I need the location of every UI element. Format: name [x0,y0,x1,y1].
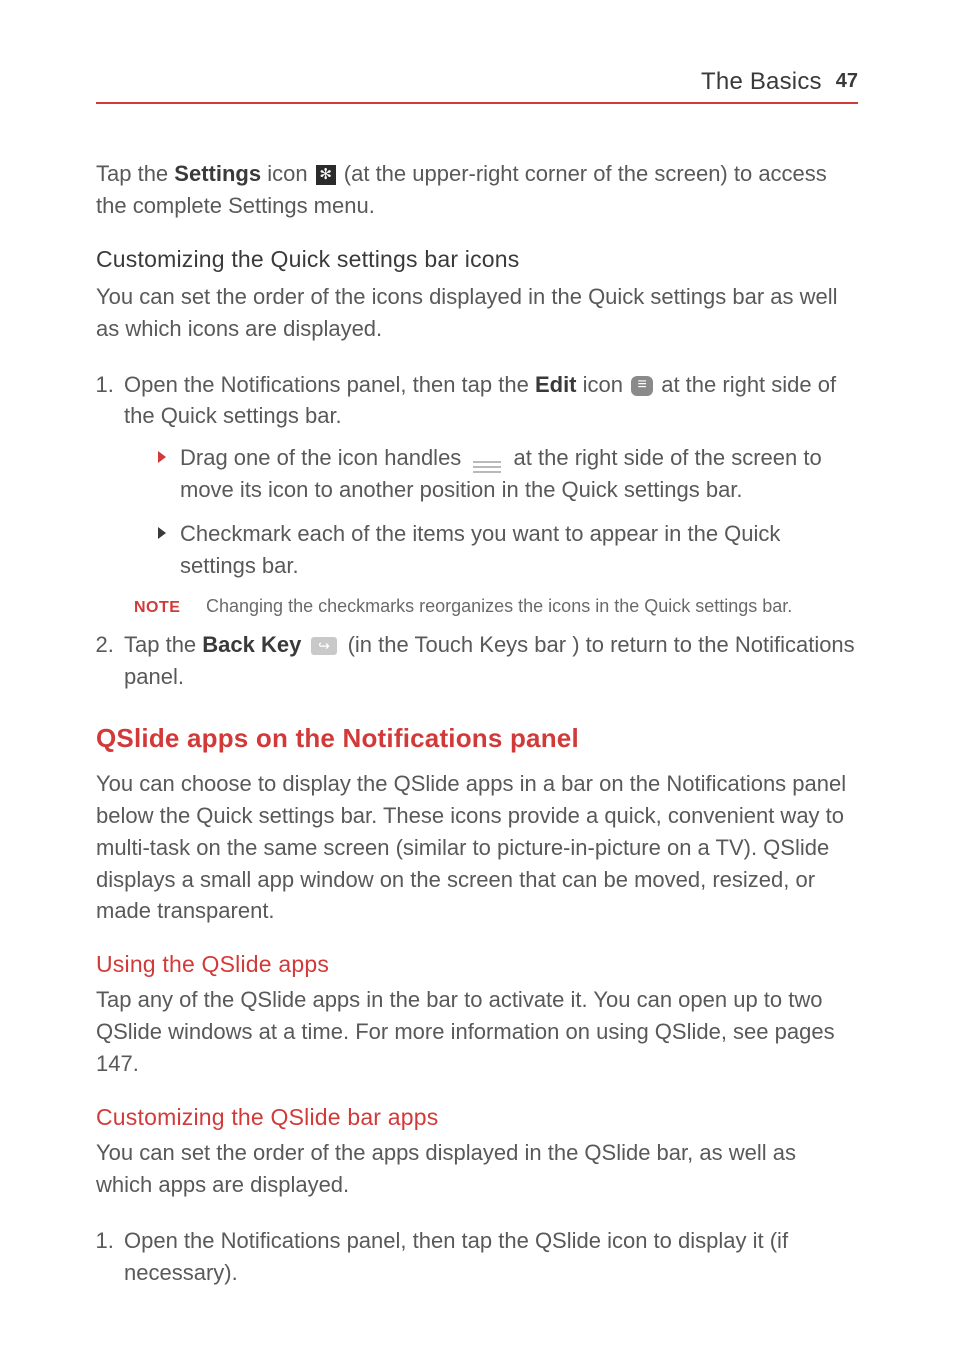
using-qslide-para: Tap any of the QSlide apps in the bar to… [96,984,858,1080]
text: You can choose to display the QSlide app… [96,768,858,927]
list-item: Drag one of the icon handles at the righ… [158,442,858,506]
text: Checkmark each of the items you want to … [180,521,780,578]
custom-qslide-para: You can set the order of the apps displa… [96,1137,858,1201]
list-item: Checkmark each of the items you want to … [158,518,858,582]
settings-icon [316,165,336,185]
customize-quick-intro: You can set the order of the icons displ… [96,281,858,345]
list-item: Open the Notifications panel, then tap t… [120,1225,858,1289]
page-body: Tap the Settings icon (at the upper-righ… [96,158,858,1289]
text: You can set the order of the icons displ… [96,281,858,345]
text: You can set the order of the apps displa… [96,1137,858,1201]
custom-qslide-steps: Open the Notifications panel, then tap t… [96,1225,858,1289]
heading-customize-quick: Customizing the Quick settings bar icons [96,246,858,273]
text: Tap the [96,161,174,186]
chapter-title: The Basics [701,68,822,96]
note-row: NOTE Changing the checkmarks reorganizes… [134,594,858,619]
list-item: Open the Notifications panel, then tap t… [120,369,858,620]
edit-icon [631,376,653,396]
edit-label: Edit [535,372,577,397]
note-text: Changing the checkmarks reorganizes the … [206,594,792,619]
customize-quick-steps: Open the Notifications panel, then tap t… [96,369,858,693]
drag-handle-icon [473,461,501,473]
text: Tap the [124,632,202,657]
qslide-intro: You can choose to display the QSlide app… [96,768,858,927]
settings-label: Settings [174,161,261,186]
text: Tap any of the QSlide apps in the bar to… [96,984,858,1080]
back-key-label: Back Key [202,632,301,657]
heading-qslide: QSlide apps on the Notifications panel [96,723,858,754]
list-item: Tap the Back Key (in the Touch Keys bar … [120,629,858,693]
page-number: 47 [836,70,858,93]
note-label: NOTE [134,596,184,619]
text: Drag one of the icon handles [180,445,467,470]
heading-using-qslide: Using the QSlide apps [96,951,858,978]
intro-paragraph: Tap the Settings icon (at the upper-righ… [96,158,858,222]
page: The Basics 47 Tap the Settings icon (at … [0,0,954,1372]
text: Open the Notifications panel, then tap t… [124,372,535,397]
heading-custom-qslide: Customizing the QSlide bar apps [96,1104,858,1131]
text: icon [261,161,314,186]
sub-list: Drag one of the icon handles at the righ… [124,442,858,582]
page-header: The Basics 47 [96,68,858,104]
back-key-icon [311,637,337,655]
text: Open the Notifications panel, then tap t… [124,1228,788,1285]
text: icon [577,372,630,397]
